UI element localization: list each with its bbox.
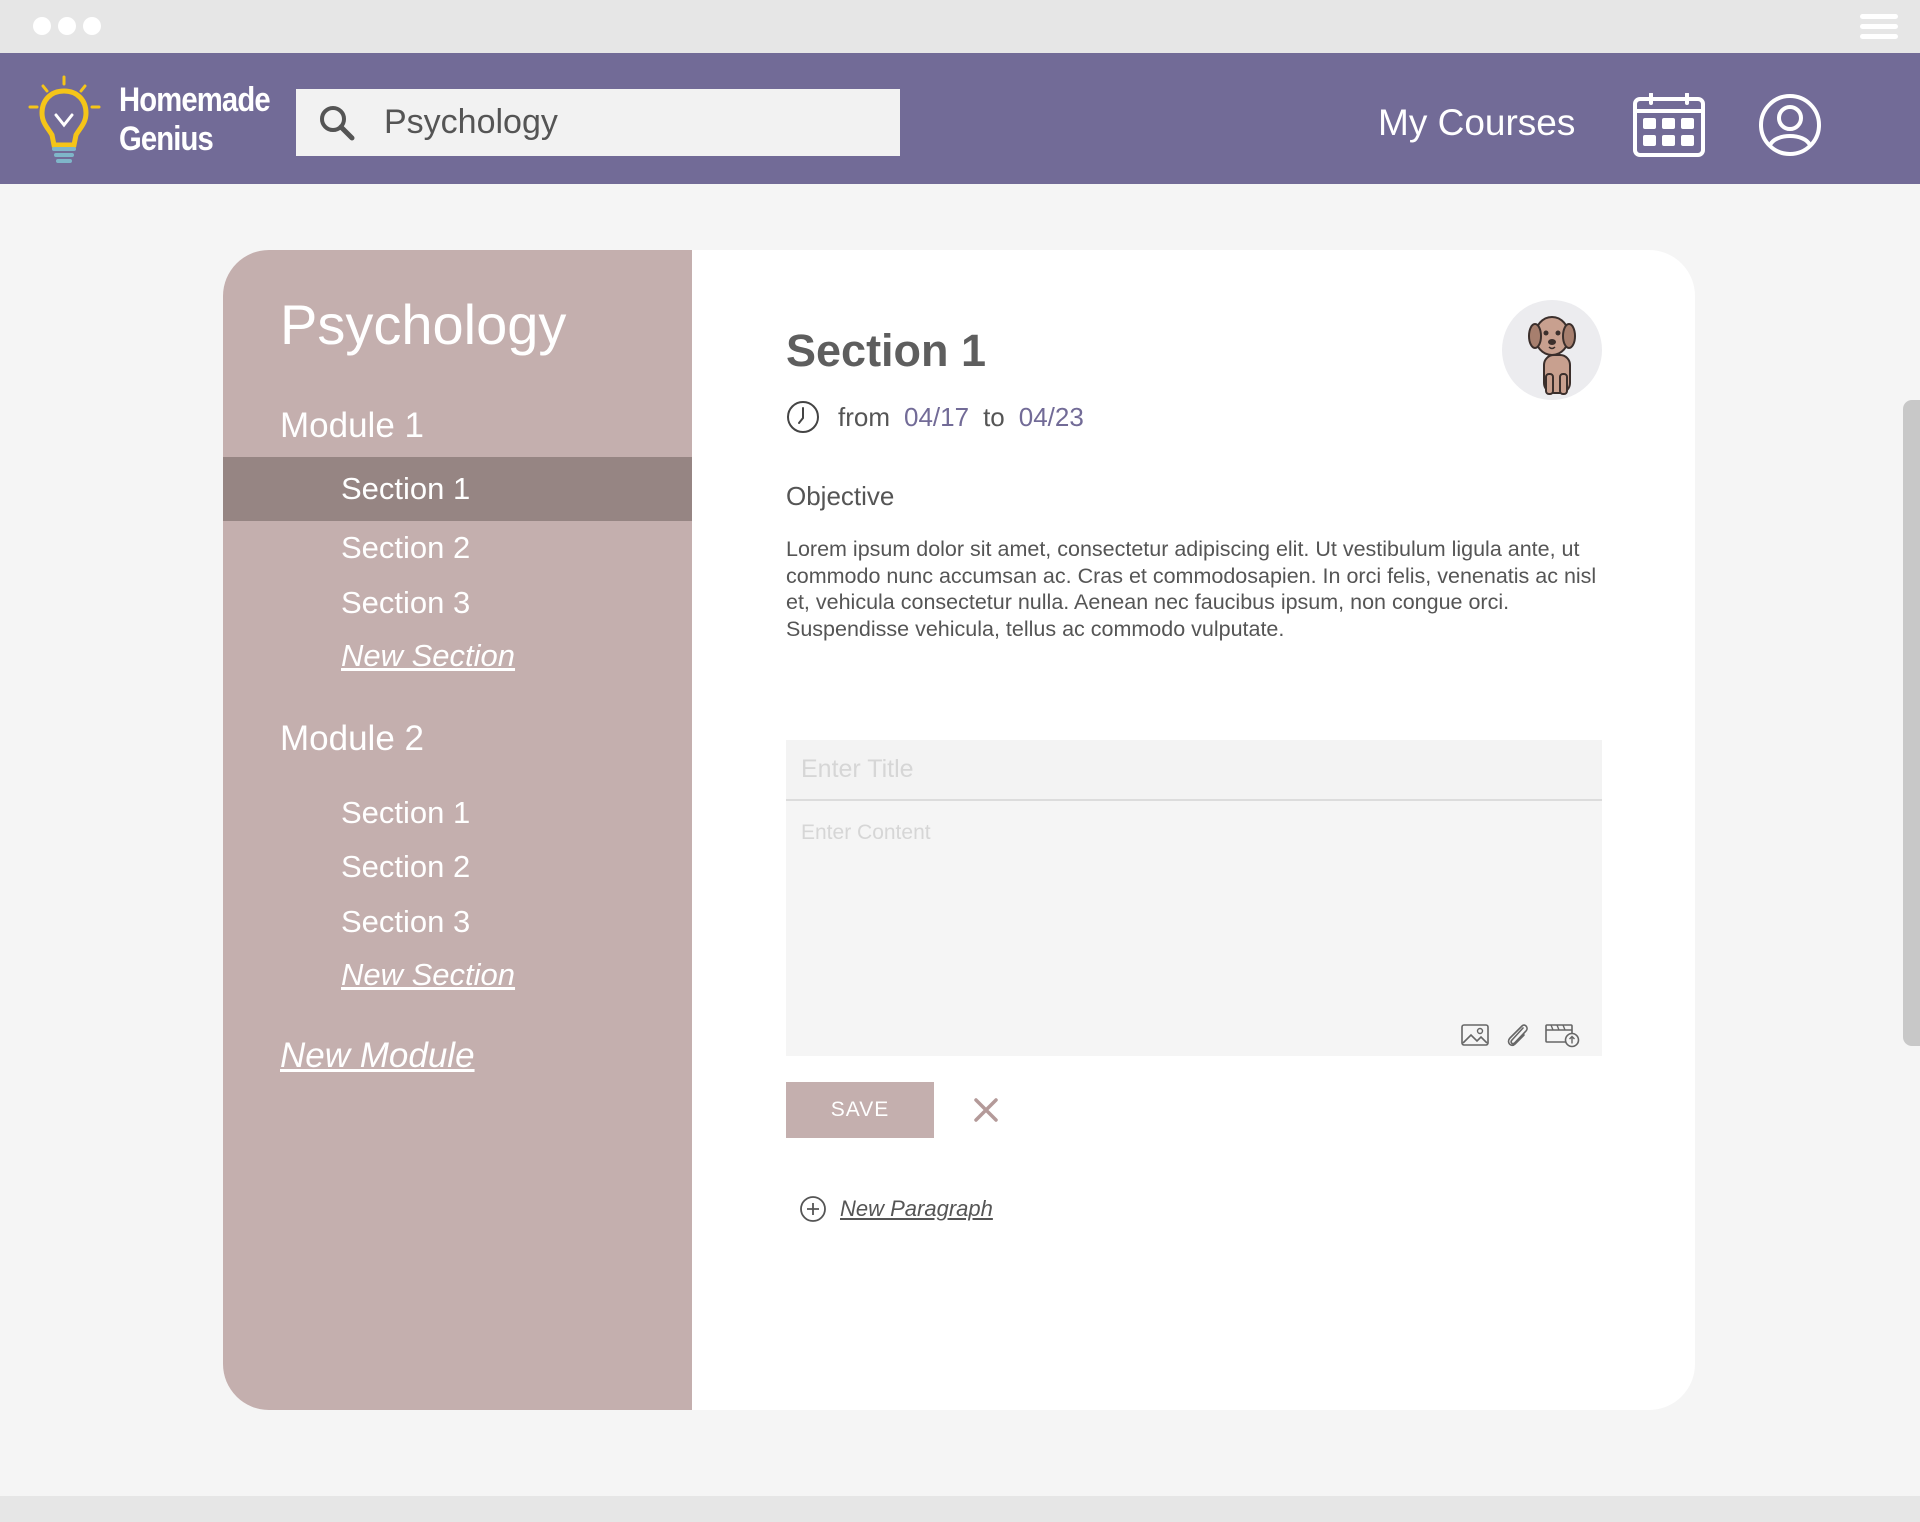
paragraph-title-input[interactable]	[786, 740, 1602, 801]
sidebar-section-item-active[interactable]: Section 1	[223, 457, 692, 521]
image-icon[interactable]	[1460, 1022, 1490, 1048]
brand-name: Homemade Genius	[119, 81, 271, 158]
paragraph-content-input[interactable]	[786, 803, 1602, 993]
dog-avatar-icon	[1528, 316, 1576, 395]
new-section-link[interactable]: New Section	[341, 636, 515, 676]
new-paragraph-label: New Paragraph	[840, 1196, 993, 1221]
course-card: Psychology Module 1 Section 1 Section 2 …	[223, 250, 1695, 1410]
clock-icon	[787, 401, 819, 433]
date-from-label: from	[838, 401, 890, 432]
window-dot[interactable]	[83, 17, 101, 35]
objective-heading: Objective	[786, 481, 895, 511]
close-icon[interactable]	[971, 1095, 1001, 1125]
search-bar[interactable]	[296, 89, 900, 156]
attachment-icon[interactable]	[1502, 1022, 1532, 1048]
save-button[interactable]: SAVE	[786, 1082, 934, 1138]
app-header: Homemade Genius My Courses	[0, 53, 1920, 184]
profile-icon[interactable]	[1758, 93, 1822, 157]
lightbulb-logo-icon	[28, 75, 101, 163]
section-title: Section 1	[786, 325, 987, 376]
module-title[interactable]: Module 1	[280, 405, 424, 447]
sidebar-section-item[interactable]: Section 1	[223, 785, 692, 840]
new-section-link[interactable]: New Section	[341, 955, 515, 995]
date-to-value[interactable]: 04/23	[1019, 402, 1084, 433]
date-to-label: to	[983, 401, 1005, 432]
browser-chrome	[0, 0, 1920, 53]
sidebar-section-item[interactable]: Section 3	[223, 894, 692, 949]
new-module-link[interactable]: New Module	[280, 1036, 475, 1076]
calendar-icon[interactable]	[1633, 93, 1705, 157]
new-paragraph-button[interactable]: New Paragraph	[799, 1195, 993, 1223]
sidebar-section-item[interactable]: Section 3	[223, 575, 692, 630]
brand-logo[interactable]: Homemade Genius	[26, 73, 271, 168]
bottom-bar	[0, 1496, 1920, 1522]
date-from-value[interactable]: 04/17	[904, 402, 969, 433]
course-sidebar: Psychology Module 1 Section 1 Section 2 …	[223, 250, 692, 1410]
editor-toolbar	[1460, 1022, 1580, 1048]
sidebar-section-item[interactable]: Section 2	[223, 839, 692, 894]
video-upload-icon[interactable]	[1544, 1022, 1580, 1048]
browser-menu-icon[interactable]	[1860, 14, 1898, 40]
search-icon	[320, 106, 355, 141]
search-input[interactable]	[384, 89, 884, 156]
window-dot[interactable]	[58, 17, 76, 35]
course-title: Psychology	[280, 293, 567, 356]
section-content: Section 1 from 04/17 to 04/23 Objective …	[692, 250, 1695, 1410]
my-courses-link[interactable]: My Courses	[1378, 101, 1575, 145]
avatar[interactable]	[1502, 300, 1602, 400]
scrollbar-thumb[interactable]	[1903, 400, 1920, 1046]
window-controls	[33, 17, 101, 35]
section-date-range: from 04/17 to 04/23	[786, 399, 1098, 435]
sidebar-section-item[interactable]: Section 2	[223, 520, 692, 575]
module-title[interactable]: Module 2	[280, 718, 424, 760]
paragraph-editor	[786, 740, 1602, 1056]
plus-circle-icon	[800, 1196, 826, 1222]
window-dot[interactable]	[33, 17, 51, 35]
objective-text: Lorem ipsum dolor sit amet, consectetur …	[786, 537, 1597, 641]
